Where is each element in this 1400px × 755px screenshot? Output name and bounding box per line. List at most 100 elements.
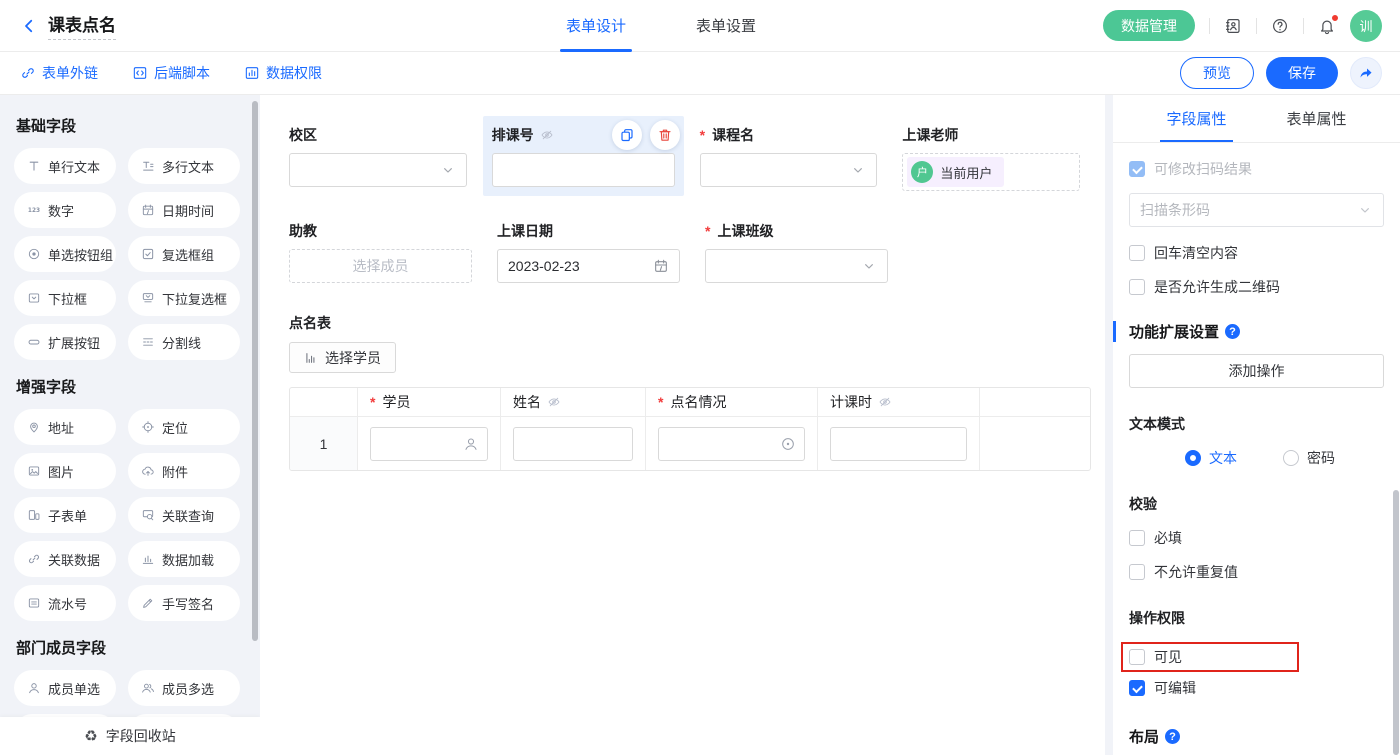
- checkbox-modify-scan-result[interactable]: 可修改扫码结果: [1129, 159, 1384, 179]
- column-class-hours[interactable]: 计课时: [818, 388, 980, 416]
- field-class-date-label: 上课日期: [497, 221, 553, 241]
- field-class-date[interactable]: 上课日期 2023-02-23: [497, 221, 680, 283]
- field-schedule-no-selected[interactable]: 排课号: [483, 116, 684, 196]
- field-type-image[interactable]: 图片: [14, 453, 116, 489]
- backend-script-label: 后端脚本: [154, 63, 210, 83]
- field-type-single-line-text[interactable]: 单行文本: [14, 148, 116, 184]
- delete-field-button[interactable]: [650, 120, 680, 150]
- field-teacher[interactable]: 上课老师 户 当前用户: [902, 125, 1080, 191]
- field-campus[interactable]: 校区: [289, 125, 467, 191]
- sidebar-scrollbar[interactable]: [252, 101, 258, 641]
- assistant-picker[interactable]: 选择成员: [289, 249, 472, 283]
- field-assistant[interactable]: 助教 选择成员: [289, 221, 472, 283]
- field-type-location[interactable]: 定位: [128, 409, 240, 445]
- tab-form-properties[interactable]: 表单属性: [1287, 95, 1347, 142]
- panel-scrollbar[interactable]: [1393, 490, 1399, 755]
- field-type-member-single[interactable]: 成员单选: [14, 670, 116, 706]
- current-user-tag[interactable]: 户 当前用户: [907, 157, 1004, 187]
- member-single-icon: [27, 681, 41, 695]
- copy-field-button[interactable]: [612, 120, 642, 150]
- pill-label: 日期时间: [162, 201, 214, 220]
- field-type-relation-query[interactable]: 关联查询: [128, 497, 240, 533]
- name-input[interactable]: [513, 427, 633, 461]
- field-type-divider[interactable]: 分割线: [128, 324, 240, 360]
- radio-text-mode-password[interactable]: 密码: [1283, 448, 1335, 468]
- column-student[interactable]: *学员: [358, 388, 501, 416]
- subform-header-row: *学员 姓名 *点名情况 计课时: [290, 388, 1090, 417]
- preview-button[interactable]: 预览: [1180, 57, 1254, 89]
- notification-bell-icon[interactable]: [1318, 17, 1336, 35]
- field-type-extend-button[interactable]: 扩展按钮: [14, 324, 116, 360]
- form-external-link-button[interactable]: 表单外链: [20, 63, 98, 83]
- chevron-left-icon: [20, 17, 38, 35]
- pill-label: 关联查询: [162, 506, 214, 525]
- field-type-subform[interactable]: 子表单: [14, 497, 116, 533]
- multi-select-icon: [141, 291, 155, 305]
- relation-query-icon: [141, 508, 155, 522]
- checkbox-required[interactable]: 必填: [1129, 528, 1384, 548]
- checkbox-no-duplicate[interactable]: 不允许重复值: [1129, 562, 1384, 582]
- share-button[interactable]: [1350, 57, 1382, 89]
- field-type-number[interactable]: 数字: [14, 192, 116, 228]
- data-manage-button[interactable]: 数据管理: [1103, 10, 1195, 41]
- tab-form-settings[interactable]: 表单设置: [690, 0, 762, 52]
- schedule-no-input[interactable]: [492, 153, 675, 187]
- contacts-book-icon[interactable]: [1224, 17, 1242, 35]
- field-type-radio-group[interactable]: 单选按钮组: [14, 236, 116, 272]
- field-type-address[interactable]: 地址: [14, 409, 116, 445]
- divider-icon: [141, 335, 155, 349]
- class-group-select[interactable]: [705, 249, 888, 283]
- page-title[interactable]: 课表点名: [48, 11, 116, 40]
- pill-label: 地址: [48, 418, 74, 437]
- checkbox-visible[interactable]: 可见: [1129, 647, 1289, 667]
- field-type-relation-data[interactable]: 关联数据: [14, 541, 116, 577]
- field-type-signature[interactable]: 手写签名: [128, 585, 240, 621]
- extend-button-icon: [27, 335, 41, 349]
- help-icon[interactable]: [1271, 17, 1289, 35]
- radio-text-mode-text[interactable]: 文本: [1185, 448, 1237, 468]
- help-question-icon[interactable]: [1225, 324, 1240, 339]
- calendar-icon: [653, 258, 669, 274]
- field-type-member-multi[interactable]: 成员多选: [128, 670, 240, 706]
- teacher-value-box[interactable]: 户 当前用户: [902, 153, 1080, 191]
- class-date-input[interactable]: 2023-02-23: [497, 249, 680, 283]
- save-button[interactable]: 保存: [1266, 57, 1338, 89]
- field-type-select[interactable]: 下拉框: [14, 280, 116, 316]
- add-action-button[interactable]: 添加操作: [1129, 354, 1384, 388]
- field-class-group[interactable]: *上课班级: [705, 221, 888, 283]
- course-name-select[interactable]: [700, 153, 878, 187]
- checkbox-allow-qrcode[interactable]: 是否允许生成二维码: [1129, 277, 1384, 297]
- checkbox-editable[interactable]: 可编辑: [1129, 678, 1384, 698]
- field-type-attachment[interactable]: 附件: [128, 453, 240, 489]
- backend-script-button[interactable]: 后端脚本: [132, 63, 210, 83]
- back-button[interactable]: [20, 17, 38, 35]
- roll-status-input[interactable]: [658, 427, 805, 461]
- subform-roll-call[interactable]: 点名表 选择学员 *学员 姓名 *点名情况 计课时 1: [289, 313, 1105, 471]
- field-course-name[interactable]: *课程名: [700, 125, 878, 191]
- field-type-checkbox-group[interactable]: 复选框组: [128, 236, 240, 272]
- pill-label: 单行文本: [48, 157, 100, 176]
- address-pin-icon: [27, 420, 41, 434]
- field-type-datetime[interactable]: 日期时间: [128, 192, 240, 228]
- field-recycle-bin-button[interactable]: 字段回收站: [0, 717, 260, 755]
- campus-select[interactable]: [289, 153, 467, 187]
- help-question-icon[interactable]: [1165, 729, 1180, 744]
- class-hours-input[interactable]: [830, 427, 967, 461]
- tab-form-properties-label: 表单属性: [1287, 108, 1347, 129]
- column-roll-status[interactable]: *点名情况: [646, 388, 818, 416]
- user-avatar[interactable]: 训: [1350, 10, 1382, 42]
- data-permission-button[interactable]: 数据权限: [244, 63, 322, 83]
- student-input[interactable]: [370, 427, 488, 461]
- checkbox-enter-clear[interactable]: 回车清空内容: [1129, 243, 1384, 263]
- field-type-data-load[interactable]: 数据加载: [128, 541, 240, 577]
- tab-form-design[interactable]: 表单设计: [560, 0, 632, 52]
- pick-students-button[interactable]: 选择学员: [289, 342, 396, 373]
- field-type-multi-select[interactable]: 下拉复选框: [128, 280, 240, 316]
- field-library-sidebar: 基础字段 单行文本 多行文本 数字 日期时间 单选按钮组 复选框组 下拉框 下拉…: [0, 95, 260, 755]
- column-name[interactable]: 姓名: [501, 388, 646, 416]
- field-type-multi-line-text[interactable]: 多行文本: [128, 148, 240, 184]
- scan-type-select[interactable]: 扫描条形码: [1129, 193, 1384, 227]
- tab-field-properties[interactable]: 字段属性: [1166, 95, 1226, 142]
- copy-icon: [619, 127, 635, 143]
- field-type-serial-number[interactable]: 流水号: [14, 585, 116, 621]
